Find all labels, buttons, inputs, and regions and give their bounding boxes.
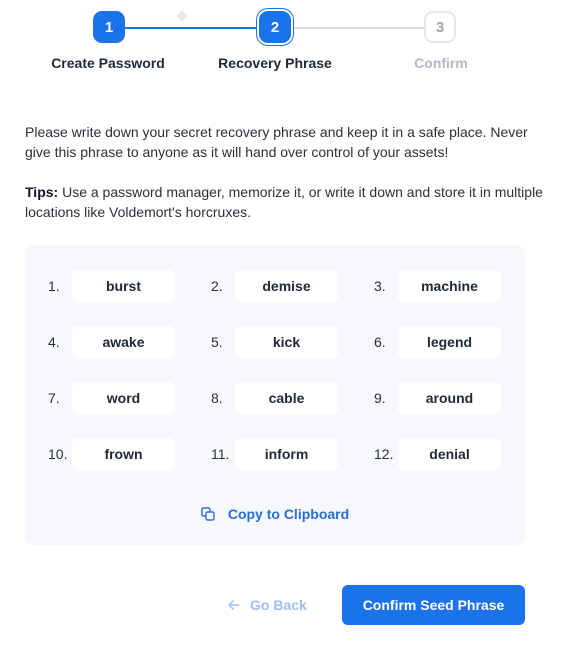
phrase-word-item: 12. denial xyxy=(351,438,514,470)
step-1-label: Create Password xyxy=(51,55,165,71)
phrase-word: burst xyxy=(72,270,175,302)
stepper-connector-pending xyxy=(292,27,424,29)
phrase-word-item: 5. kick xyxy=(188,326,351,358)
phrase-word-item: 6. legend xyxy=(351,326,514,358)
stepper-connector-completed xyxy=(123,27,259,29)
phrase-word: kick xyxy=(235,326,338,358)
phrase-word: machine xyxy=(398,270,501,302)
phrase-word: demise xyxy=(235,270,338,302)
phrase-word-item: 8. cable xyxy=(188,382,351,414)
tips-label: Tips: xyxy=(25,184,59,200)
phrase-word-item: 2. demise xyxy=(188,270,351,302)
phrase-word-item: 9. around xyxy=(351,382,514,414)
phrase-word: inform xyxy=(235,438,338,470)
step-2-indicator: 2 xyxy=(259,11,291,43)
step-1-indicator: 1 xyxy=(93,11,125,43)
phrase-word-index: 10. xyxy=(48,446,68,462)
tips-text: Tips: Use a password manager, memorize i… xyxy=(25,182,545,222)
phrase-word-index: 6. xyxy=(374,334,386,350)
phrase-word-index: 7. xyxy=(48,390,60,406)
copy-to-clipboard-label: Copy to Clipboard xyxy=(227,506,350,522)
phrase-word-index: 5. xyxy=(211,334,223,350)
phrase-word-item: 11. inform xyxy=(188,438,351,470)
arrow-left-icon xyxy=(228,599,240,611)
confirm-seed-phrase-button[interactable]: Confirm Seed Phrase xyxy=(342,585,525,625)
step-2-label: Recovery Phrase xyxy=(218,55,332,71)
phrase-word-index: 4. xyxy=(48,334,60,350)
go-back-label: Go Back xyxy=(250,597,307,613)
phrase-word: cable xyxy=(235,382,338,414)
tips-body: Use a password manager, memorize it, or … xyxy=(25,184,543,220)
go-back-button[interactable]: Go Back xyxy=(228,594,307,616)
phrase-word-index: 12. xyxy=(374,446,394,462)
phrase-word-index: 8. xyxy=(211,390,223,406)
stepper-decoration-dot xyxy=(176,10,188,22)
phrase-word-item: 4. awake xyxy=(25,326,188,358)
copy-to-clipboard-button[interactable]: Copy to Clipboard xyxy=(25,503,525,525)
step-3-label: Confirm xyxy=(414,55,468,71)
recovery-phrase-grid: 1. burst 2. demise 3. machine 4. awake 5… xyxy=(25,270,525,470)
phrase-word-index: 11. xyxy=(211,446,230,462)
recovery-phrase-panel: 1. burst 2. demise 3. machine 4. awake 5… xyxy=(25,245,525,545)
phrase-word-item: 10. frown xyxy=(25,438,188,470)
instructions-text: Please write down your secret recovery p… xyxy=(25,124,528,160)
copy-icon xyxy=(201,507,215,521)
phrase-word-index: 2. xyxy=(211,278,223,294)
phrase-word: around xyxy=(398,382,501,414)
phrase-word: frown xyxy=(72,438,175,470)
phrase-word: word xyxy=(72,382,175,414)
step-3-indicator: 3 xyxy=(424,11,456,43)
phrase-word-index: 1. xyxy=(48,278,60,294)
phrase-word-index: 9. xyxy=(374,390,386,406)
phrase-word-item: 1. burst xyxy=(25,270,188,302)
phrase-word: denial xyxy=(398,438,501,470)
progress-stepper: 1 2 3 Create Password Recovery Phrase Co… xyxy=(0,0,578,80)
phrase-word-index: 3. xyxy=(374,278,386,294)
phrase-word: awake xyxy=(72,326,175,358)
phrase-word-item: 3. machine xyxy=(351,270,514,302)
phrase-word: legend xyxy=(398,326,501,358)
phrase-word-item: 7. word xyxy=(25,382,188,414)
